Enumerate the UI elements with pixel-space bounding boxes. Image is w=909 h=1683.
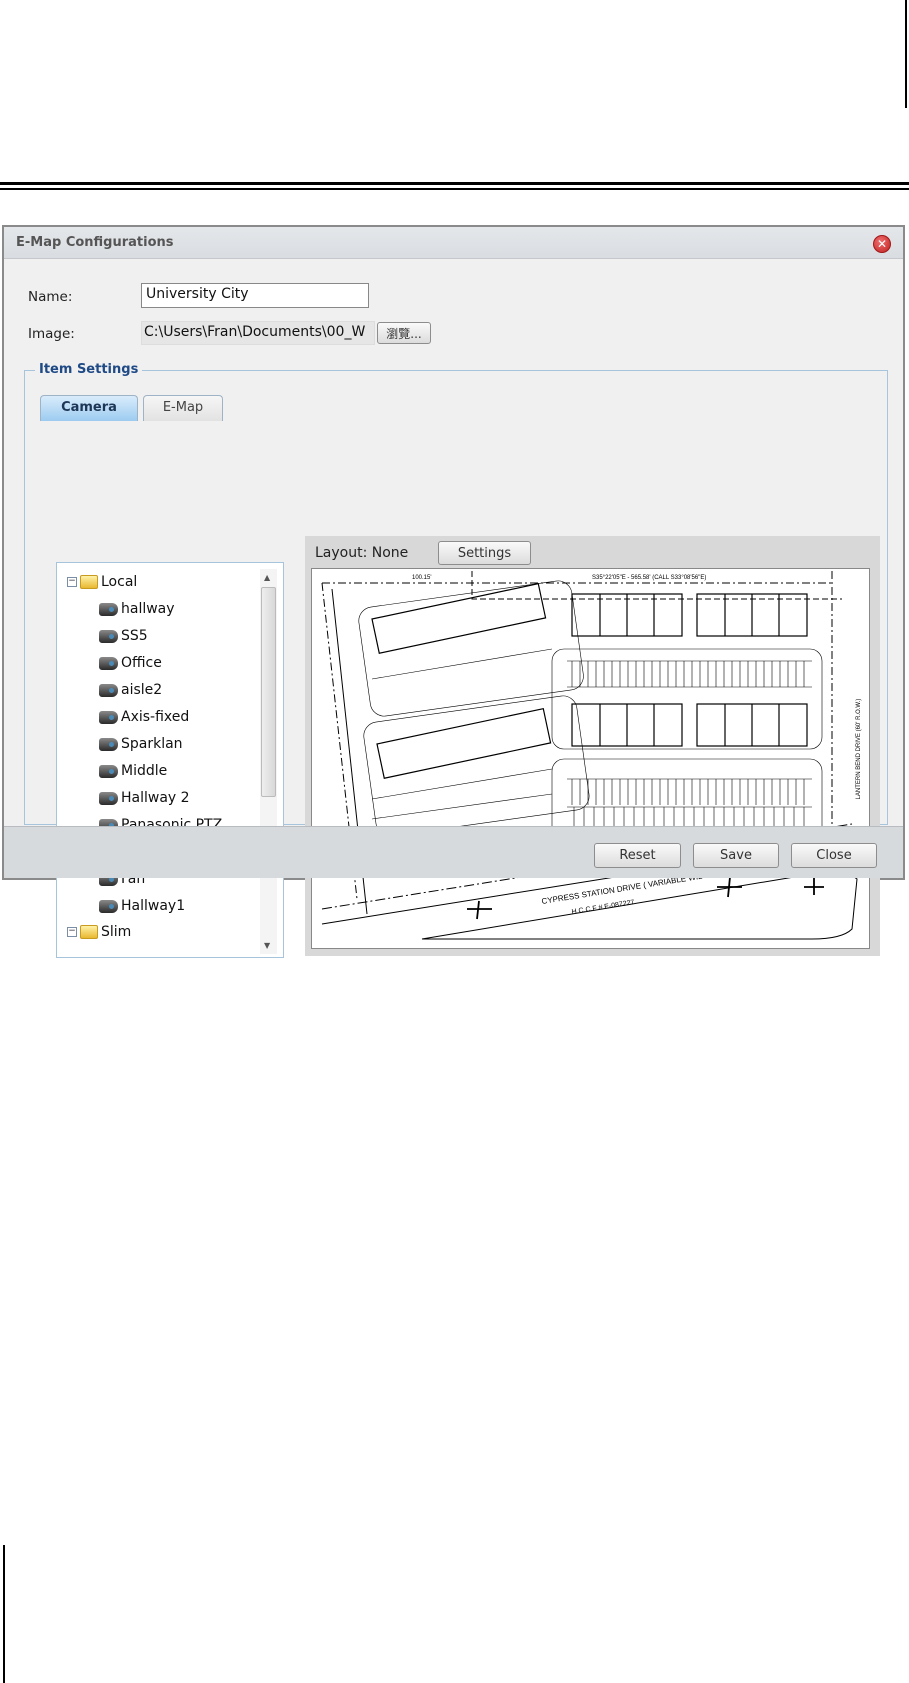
map-label-top-dim: 100.15' (412, 575, 432, 581)
site-plan-drawing: 100.15' S35°22'05"E - 565.58' (CALL S33°… (321, 571, 862, 940)
camera-icon (99, 764, 118, 778)
map-label-side-street: LANTERN BEND DRIVE (60' R.O.W.) (856, 699, 862, 800)
browse-button[interactable]: 瀏覽... (377, 322, 431, 344)
camera-label: aisle2 (121, 682, 163, 698)
tree-camera-item[interactable]: Hallway1 (99, 898, 185, 914)
tree-group-label: Local (101, 574, 138, 590)
camera-tree: − Local hallway SS5 Office aisle2 Axis-fixed… (56, 562, 284, 958)
camera-icon (99, 602, 118, 616)
page-margin-line-bottom (3, 1545, 5, 1683)
tree-camera-item[interactable]: SS5 (99, 628, 148, 644)
dialog-footer: Reset Save Close (4, 826, 903, 878)
page-divider-thin (0, 188, 909, 190)
tree-group-local[interactable]: − Local (67, 574, 137, 590)
tab-emap[interactable]: E-Map (143, 395, 223, 421)
map-label-top-bearing: S35°22'05"E - 565.58' (CALL S33°08'56"E) (592, 575, 706, 581)
close-icon[interactable]: ✕ (873, 235, 891, 253)
folder-icon (80, 575, 98, 589)
camera-icon (99, 710, 118, 724)
tree-camera-item[interactable]: Office (99, 655, 162, 671)
emap-config-dialog: E-Map Configurations ✕ Name: University … (2, 225, 905, 958)
tree-camera-item[interactable]: aisle2 (99, 682, 162, 698)
camera-label: Hallway 2 (121, 790, 190, 806)
camera-icon (99, 737, 118, 751)
tree-camera-item[interactable]: Axis-fixed (99, 709, 189, 725)
name-input[interactable]: University City (141, 283, 369, 308)
page-divider (0, 182, 909, 185)
map-panel: Layout: None Settings 100.15' S35°22'05"… (305, 536, 880, 956)
camera-label: Office (121, 655, 162, 671)
scroll-up-icon[interactable]: ▲ (264, 573, 270, 582)
settings-button[interactable]: Settings (438, 541, 531, 565)
camera-label: hallway (121, 601, 175, 617)
tree-group-slim[interactable]: − Slim (67, 924, 131, 940)
tree-camera-item[interactable]: hallway (99, 601, 175, 617)
page-margin-line (905, 0, 907, 108)
tree-group-label: Slim (101, 924, 132, 940)
close-button[interactable]: Close (791, 843, 877, 868)
camera-label: Sparklan (121, 736, 183, 752)
camera-icon (99, 791, 118, 805)
camera-label: Hallway1 (121, 898, 186, 914)
image-path-field[interactable]: C:\Users\Fran\Documents\00_W (141, 321, 375, 345)
collapse-icon[interactable]: − (67, 927, 77, 937)
collapse-icon[interactable]: − (67, 577, 77, 587)
tree-camera-item[interactable]: Hallway 2 (99, 790, 190, 806)
layout-label: Layout: None (315, 545, 409, 561)
dialog-title: E-Map Configurations (16, 235, 174, 250)
tree-camera-item[interactable]: Middle (99, 763, 167, 779)
emap-image[interactable]: 100.15' S35°22'05"E - 565.58' (CALL S33°… (311, 568, 870, 949)
item-settings-legend: Item Settings (35, 362, 143, 377)
camera-icon (99, 629, 118, 643)
camera-label: Axis-fixed (121, 709, 190, 725)
map-label-street-ref: H.C.C.F # E-087227 (571, 899, 635, 916)
save-button[interactable]: Save (693, 843, 779, 868)
title-bar: E-Map Configurations ✕ (4, 227, 903, 259)
camera-icon (99, 899, 118, 913)
image-label: Image: (28, 326, 75, 342)
folder-icon (80, 925, 98, 939)
name-label: Name: (28, 289, 73, 305)
camera-icon (99, 683, 118, 697)
tree-camera-item[interactable]: Sparklan (99, 736, 183, 752)
tree-scrollbar[interactable]: ▲ ▼ (260, 569, 277, 954)
reset-button[interactable]: Reset (594, 843, 681, 868)
camera-label: SS5 (121, 628, 148, 644)
tab-camera[interactable]: Camera (40, 395, 138, 421)
camera-label: Middle (121, 763, 168, 779)
camera-icon (99, 656, 118, 670)
scroll-down-icon[interactable]: ▼ (264, 941, 270, 950)
item-settings-group: Item Settings Camera E-Map − Local hallw… (24, 362, 888, 958)
scrollbar-thumb[interactable] (261, 587, 276, 797)
